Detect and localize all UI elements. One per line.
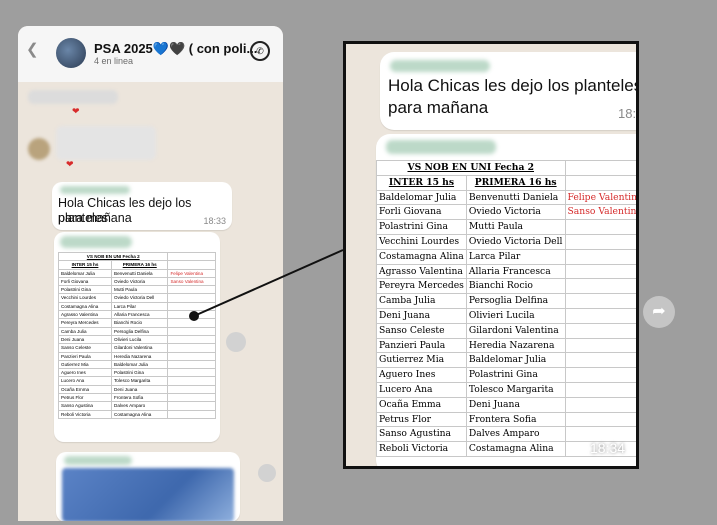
table-row: Deni Juana Olivieri Lucila [57,334,216,345]
table-row: Pereyra Mercedes Bianchi Rocio [376,278,636,295]
zoomed-inset: Hola Chicas les dejo los planteles para … [343,41,639,469]
chat-header: ❮ PSA 2025💙🖤 ( con poli... 4 en linea ✆ [18,26,283,82]
table-row: Lucero Ana Tolesco Margarita [376,381,636,398]
table-row: Camba Julia Persoglia Delfina [376,293,636,309]
table-row: Polastrini Gina Mutti Paula [57,285,216,295]
forward-icon-small[interactable] [226,332,246,352]
blurred-message [56,126,156,160]
message-text-line2: para mañana [388,98,489,117]
table-row: Panzieri Paula Heredia Nazarena [57,351,216,361]
table-row: Gutierrez Mia Baldelomar Julia [57,359,216,370]
col-header: INTER 15 hs [57,260,113,270]
sender-avatar [28,138,50,160]
table-row: Deni Juana Olivieri Lucila [376,307,636,324]
image-message-zoomed[interactable]: VS NOB EN UNI Fecha 2 INTER 15 hs PRIMERA… [376,134,636,466]
sender-name-redacted [386,140,496,154]
table-row: Petrus Flor Frontera Sofia [57,393,216,403]
table-row: Aguero Ines Polastrini Gina [376,367,636,383]
table-row: Costamagna Alina Larca Pilar [376,248,636,265]
image-time: 18:34 [196,428,217,437]
table-row: Vecchini Lourdes Oviedo Victoria Dell [376,233,636,250]
sender-name-redacted [390,60,490,72]
message-text-line1: Hola Chicas les dejo los planteles [388,76,639,95]
message-bubble[interactable]: Hola Chicas les dejo los planteles para … [52,182,232,230]
col-header: INTER 15 hs [376,174,467,191]
table-row: Camba Julia Persoglia Delfina [57,326,216,336]
table-row: Polastrini Gina Mutti Paula [376,219,636,235]
table-row: Costamagna Alina Larca Pilar [57,301,216,312]
heart-reaction-icon: ❤ [72,106,80,116]
table-row: Baldelomar Julia Benvenutti Daniela Felipe… [376,189,636,206]
table-row: Lucero Ana Tolesco Margarita [57,376,216,386]
col-header: PRIMERA 16 hs [111,260,169,270]
sender-name-redacted [60,186,130,194]
message-bubble-zoomed[interactable]: Hola Chicas les dejo los planteles para … [380,52,639,130]
roster-table: VS NOB EN UNI Fecha 2 INTER 15 hs PRIMERA… [376,160,636,457]
image-time: 18:34 [590,440,626,456]
chat-title[interactable]: PSA 2025💙🖤 ( con poli... [94,41,257,57]
table-row: Pereyra Mercedes Bianchi Rocio [57,318,216,328]
group-avatar[interactable] [56,38,86,68]
call-icon[interactable]: ✆ [250,41,270,61]
forward-arrow-icon[interactable]: ➦ [643,296,675,328]
blurred-image [62,468,234,521]
chat-status: 4 en linea [94,56,134,66]
table-row: Baldelomar Julia Benvenutti Daniela Felipe… [57,268,216,278]
table-row: Sanso Celeste Gilardoni Valentina [376,322,636,339]
table-row: Ocaña Emma Deni Juana [376,396,636,413]
table-row: Forli Giovana Oviedo Victoria Sanso Valent… [57,276,216,287]
table-row: Vecchini Lourdes Oviedo Victoria Dell [57,293,216,303]
table-row: Agrasso Valentina Allaria Francesca [376,263,636,280]
chat-screenshot: ❮ PSA 2025💙🖤 ( con poli... 4 en linea ✆ … [18,26,283,521]
message-text-line2: para mañana [58,211,132,225]
heart-reaction-icon: ❤ [66,159,74,169]
roster-table-small: VS NOB EN UNI Fecha 2 INTER 15 hs PRIMERA… [57,251,216,419]
col-header: PRIMERA 16 hs [465,174,566,191]
table-title: VS NOB EN UNI Fecha 2 [376,160,566,176]
sender-name-redacted [60,236,132,248]
table-row: Sanso Agustina Dalves Amparo [57,401,216,411]
table-row: Reboli Victoria Costamagna Alina [57,409,216,419]
message-time: 18:33 [618,106,637,121]
message-time: 18:33 [203,216,226,226]
table-row: Gutierrez Mia Baldelomar Julia [376,352,636,369]
chevron-left-icon[interactable]: ❮ [26,40,39,58]
table-row: Sanso Celeste Gilardoni Valentina [57,343,216,353]
table-title: VS NOB EN UNI Fecha 2 [57,251,169,262]
table-row: Aguero Ines Polastrini Gina [57,368,216,378]
blurred-message [56,452,240,521]
table-row: Petrus Flor Frontera Sofia [376,411,636,428]
table-row: Agrasso Valentina Allaria Francesca [57,310,216,320]
blurred-message [28,90,118,104]
table-row: Panzieri Paula Heredia Nazarena [376,337,636,354]
table-row: Forli Giovana Oviedo Victoria Sanso Valent… [376,204,636,221]
table-row: Ocaña Emma Deni Juana [57,384,216,395]
image-message[interactable]: VS NOB EN UNI Fecha 2 INTER 15 hs PRIMERA… [54,232,220,442]
